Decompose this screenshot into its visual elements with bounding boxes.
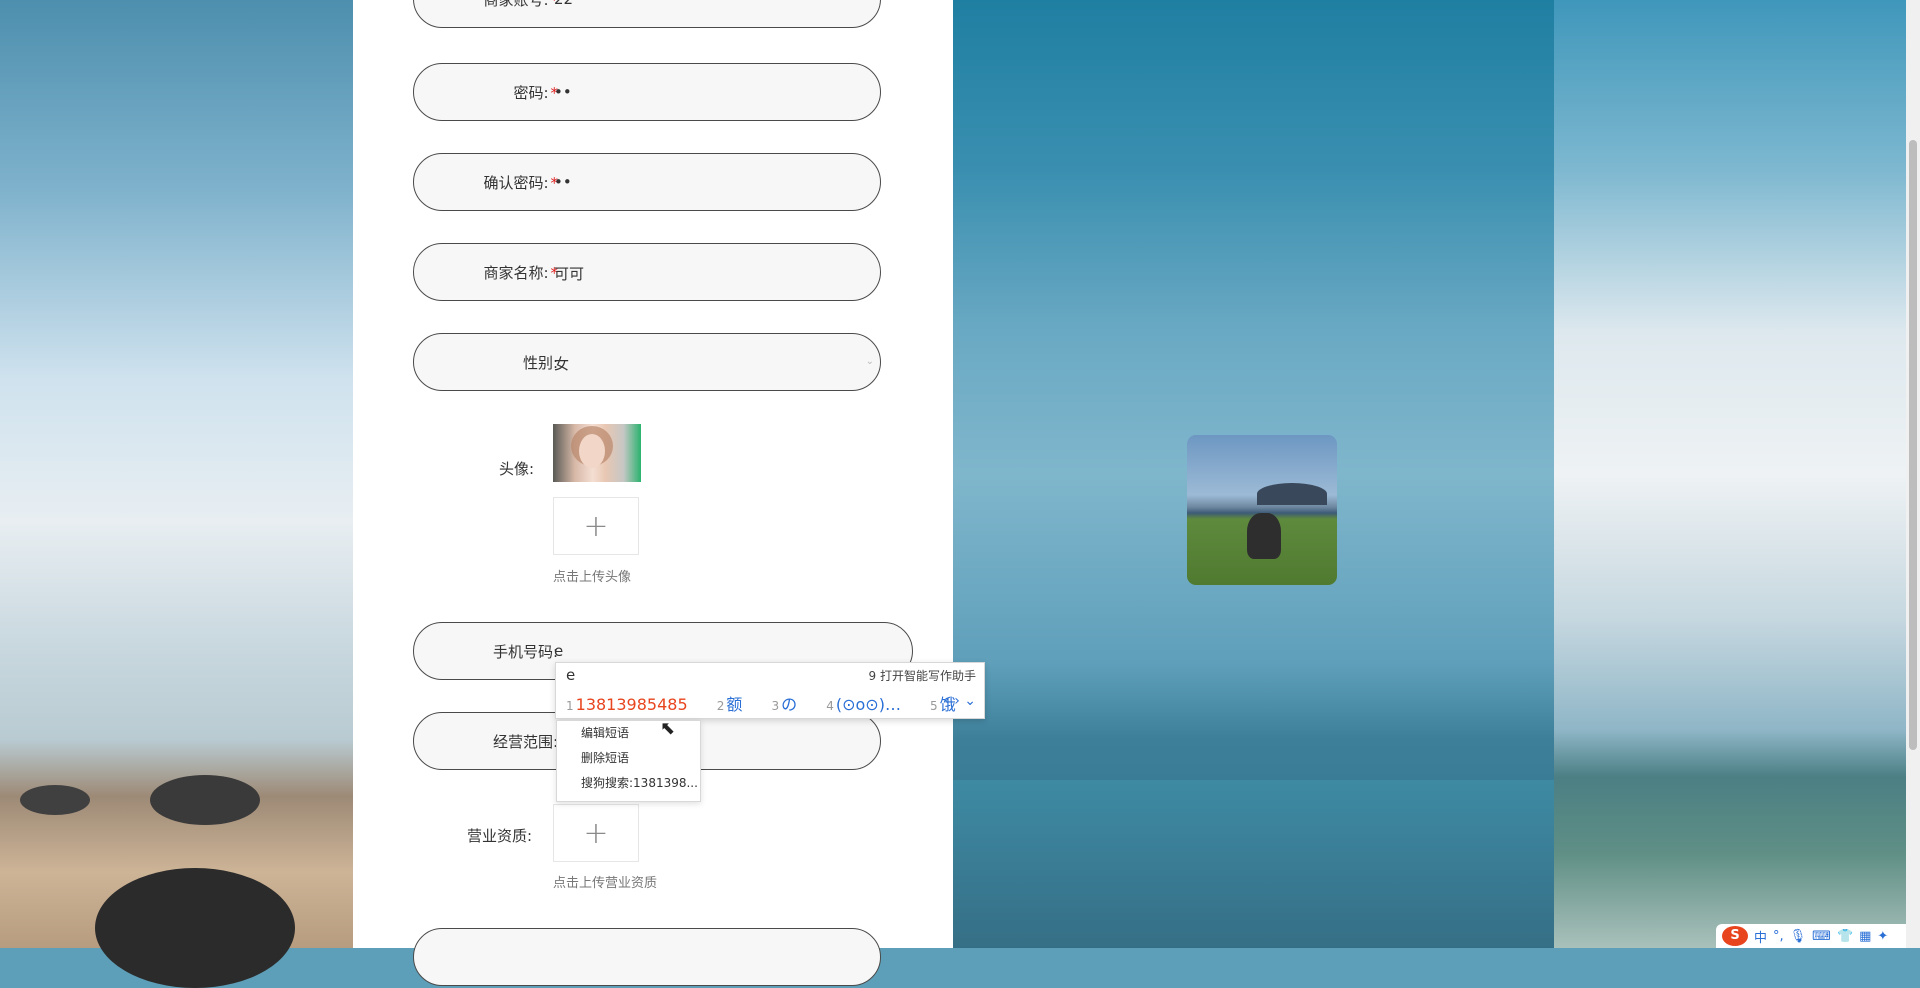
center-photo (1187, 435, 1337, 585)
rock (20, 785, 90, 815)
registration-form: 商家账号:* 22 密码:* •• 确认密码:* •• 商家名称:* 可可 性别… (353, 0, 953, 986)
ime-candidate[interactable]: 3の (771, 695, 809, 714)
avatar-preview[interactable] (553, 424, 641, 482)
license-label: 营业资质: (467, 827, 533, 845)
gender-select[interactable]: 性别: 女 ⌄ (413, 333, 881, 391)
menu-item-delete-phrase[interactable]: 删除短语 (557, 746, 700, 771)
merchant-name-value[interactable]: 可可 (554, 263, 584, 284)
business-scope-label: 经营范围: (492, 733, 558, 751)
sea (953, 780, 1554, 948)
confirm-password-label: 确认密码: * (483, 174, 558, 192)
background-beach-left (0, 0, 353, 988)
shirt-icon[interactable]: 👕 (1837, 929, 1853, 944)
license-upload-button[interactable]: + (553, 804, 639, 862)
ime-page-nav[interactable]: ‹ › ⌄ (944, 693, 976, 709)
ime-candidate-window: e 9 打开智能写作助手 1 13813985485 2额 3の 4 (⊙o⊙)… … (555, 662, 985, 719)
confirm-password-field[interactable]: 确认密码: * •• (413, 153, 881, 211)
ime-candidate[interactable]: 1 13813985485 (566, 695, 700, 714)
ime-context-menu: 编辑短语 删除短语 搜狗搜索:1381398... (556, 720, 701, 802)
punct-toggle[interactable]: °, (1773, 929, 1784, 944)
phone-label: 手机号码: (492, 643, 558, 661)
merchant-account-label: 商家账号: * (483, 0, 558, 9)
confirm-password-value[interactable]: •• (554, 173, 572, 191)
chevron-down-icon[interactable]: ⌄ (866, 356, 874, 367)
gender-value[interactable]: 女 (554, 353, 569, 374)
lang-toggle[interactable]: 中 (1754, 927, 1767, 946)
tool-icon[interactable]: ✦ (1877, 929, 1888, 944)
ime-candidate[interactable]: 4 (⊙o⊙)… (826, 695, 913, 714)
password-label: 密码: * (513, 84, 558, 102)
gender-label: 性别: (522, 354, 558, 372)
ime-input-text: e (566, 666, 576, 684)
phone-value[interactable]: e (554, 642, 563, 660)
menu-item-edit-phrase[interactable]: 编辑短语 (557, 721, 700, 746)
avatar-label: 头像: (499, 460, 535, 478)
rock (150, 775, 260, 825)
next-field[interactable] (413, 928, 881, 986)
ime-candidates: 1 13813985485 2额 3の 4 (⊙o⊙)… 5饿 (566, 691, 980, 715)
menu-item-sogou-search[interactable]: 搜狗搜索:1381398... (557, 771, 700, 796)
plus-icon: + (583, 508, 609, 544)
avatar-upload-hint: 点击上传头像 (553, 570, 632, 585)
ime-assist-button[interactable]: 9 打开智能写作助手 (869, 667, 976, 684)
merchant-name-field[interactable]: 商家名称: * 可可 (413, 243, 881, 301)
scrollbar-thumb[interactable] (1909, 140, 1917, 750)
keyboard-icon[interactable]: ⌨ (1812, 929, 1831, 944)
plus-icon: + (583, 815, 609, 851)
password-value[interactable]: •• (554, 83, 572, 101)
sogou-logo-icon[interactable]: S (1722, 926, 1748, 946)
avatar-upload-button[interactable]: + (553, 497, 639, 555)
page-scrollbar[interactable] (1906, 0, 1920, 948)
ime-candidate[interactable]: 2额 (717, 695, 755, 714)
hill (1257, 483, 1327, 505)
ime-toolbar: S 中 °, 🎙 ⌨ 👕 ▦ ✦ (1716, 924, 1906, 948)
license-upload-hint: 点击上传营业资质 (553, 876, 658, 891)
rock (95, 868, 295, 988)
merchant-name-label: 商家名称: * (483, 264, 558, 282)
password-field[interactable]: 密码: * •• (413, 63, 881, 121)
background-sky-right (1554, 0, 1920, 948)
person (1247, 513, 1281, 559)
merchant-account-value[interactable]: 22 (554, 0, 573, 8)
merchant-account-field[interactable]: 商家账号:* 22 (413, 0, 881, 28)
avatar-face (579, 434, 605, 468)
mouse-cursor-icon: ⬉ (660, 718, 676, 739)
grid-icon[interactable]: ▦ (1859, 929, 1871, 944)
microphone-icon[interactable]: 🎙 (1790, 929, 1807, 944)
